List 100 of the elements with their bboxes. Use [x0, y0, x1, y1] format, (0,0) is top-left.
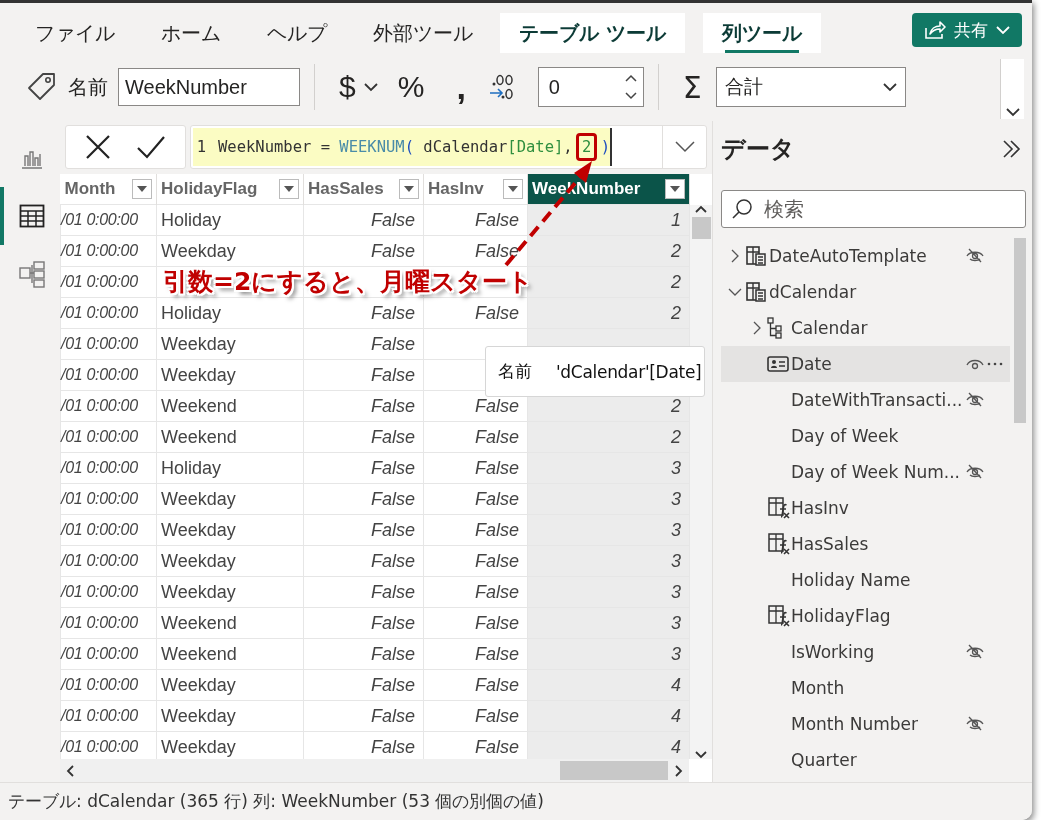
- hidden-eye-icon[interactable]: [965, 247, 985, 265]
- ribbon-tab[interactable]: ファイル: [16, 13, 134, 53]
- scroll-left-icon[interactable]: [66, 764, 74, 777]
- table-cell: Weekday: [156, 576, 304, 608]
- hidden-eye-icon[interactable]: [965, 463, 985, 481]
- table-cell: False: [423, 297, 528, 329]
- summarization-icon[interactable]: Σ: [682, 69, 702, 105]
- field-list-item[interactable]: Day of Week Num...: [721, 454, 1010, 490]
- table-cell: False: [303, 638, 424, 670]
- filter-dropdown-button[interactable]: [132, 179, 152, 199]
- share-button[interactable]: 共有: [912, 13, 1022, 47]
- status-bar: テーブル: dCalendar (365 行) 列: WeekNumber (53 個の別個の値): [0, 782, 1032, 820]
- table-cell: Holiday: [156, 204, 304, 236]
- commit-button[interactable]: [135, 135, 166, 159]
- filter-dropdown-button[interactable]: [665, 179, 685, 199]
- more-icon[interactable]: [987, 362, 1003, 366]
- table-cell: /01 0:00:00: [60, 328, 157, 360]
- field-list-item[interactable]: dCalendar: [721, 274, 1010, 310]
- field-list-item[interactable]: DateWithTransacti...: [721, 382, 1010, 418]
- ribbon-tab[interactable]: 列ツール: [702, 13, 821, 53]
- column-header[interactable]: HasSales: [303, 174, 424, 205]
- table-cell: False: [303, 700, 424, 732]
- table-cell: 4: [527, 700, 690, 732]
- column-header[interactable]: HasInv: [423, 174, 528, 205]
- chevron-down-icon[interactable]: [728, 287, 742, 297]
- table-cell: 3: [527, 576, 690, 608]
- table-cell: /01 0:00:00: [60, 297, 157, 329]
- chevron-right-icon[interactable]: [730, 249, 740, 263]
- scroll-down-icon[interactable]: [695, 751, 707, 759]
- id-card-icon: [767, 355, 789, 373]
- field-list-item[interactable]: DateAutoTemplate: [721, 238, 1010, 274]
- table-cell: 2: [527, 266, 690, 298]
- table-cell: /01 0:00:00: [60, 483, 157, 515]
- ribbon-tab[interactable]: ホーム: [142, 13, 240, 53]
- hierarchy-icon: [767, 317, 783, 339]
- field-list-item[interactable]: HasSales: [721, 526, 1010, 562]
- scroll-right-icon[interactable]: [675, 764, 683, 777]
- field-list-item[interactable]: Day of Week: [721, 418, 1010, 454]
- column-header[interactable]: WeekNumber: [527, 174, 690, 205]
- scroll-up-icon[interactable]: [695, 205, 707, 213]
- table-cell: False: [303, 483, 424, 515]
- field-list-item[interactable]: HolidayFlag: [721, 598, 1010, 634]
- chevron-down-icon: [674, 141, 695, 153]
- currency-format-button[interactable]: $: [329, 65, 388, 109]
- column-header[interactable]: HolidayFlag: [156, 174, 304, 205]
- scrollbar-thumb[interactable]: [691, 217, 711, 239]
- table-cell: /01 0:00:00: [60, 607, 157, 639]
- formula-token: dCalendar: [423, 138, 508, 156]
- table-cell: /01 0:00:00: [60, 669, 157, 701]
- field-list-item[interactable]: Calendar: [721, 310, 1010, 346]
- field-list-item[interactable]: Quarter: [721, 742, 1010, 778]
- table-cell: False: [423, 700, 528, 732]
- comma-style-button[interactable]: ,: [434, 65, 488, 109]
- table-cell: False: [423, 514, 528, 546]
- ribbon-tab[interactable]: ヘルプ: [248, 13, 346, 53]
- table-cell: 3: [527, 483, 690, 515]
- field-list-item[interactable]: Holiday Name: [721, 562, 1010, 598]
- hidden-eye-icon[interactable]: [965, 391, 985, 409]
- field-list-item[interactable]: Month Number: [721, 706, 1010, 742]
- spin-arrows-icon[interactable]: [624, 73, 637, 101]
- filter-dropdown-button[interactable]: [399, 179, 419, 199]
- collapse-pane-button[interactable]: [1002, 139, 1022, 159]
- field-list-item[interactable]: HasInv: [721, 490, 1010, 526]
- summarization-dropdown[interactable]: 合計: [715, 67, 906, 107]
- table-cell: 4: [527, 731, 690, 759]
- ribbon-tab[interactable]: テーブル ツール: [500, 13, 685, 53]
- percent-format-button[interactable]: %: [387, 65, 435, 109]
- table-cell: Weekend: [156, 638, 304, 670]
- table-cell: /01 0:00:00: [60, 514, 157, 546]
- hidden-eye-icon[interactable]: [965, 643, 985, 661]
- filter-dropdown-button[interactable]: [279, 179, 299, 199]
- formula-token: [Date]: [507, 138, 564, 156]
- table-cell: False: [303, 421, 424, 453]
- hidden-eye-icon[interactable]: [965, 715, 985, 733]
- table-cell: Holiday: [156, 297, 304, 329]
- formula-editor[interactable]: 1 WeekNumber = WEEKNUM( dCalendar[Date], 2 ): [192, 128, 612, 166]
- table-cell: Weekday: [156, 235, 304, 267]
- name-label: 名前: [68, 73, 108, 101]
- table-cell: False: [303, 204, 424, 236]
- table-cell: 2: [527, 297, 690, 329]
- table-cell: False: [303, 452, 424, 484]
- column-header[interactable]: Month: [60, 174, 157, 205]
- filter-dropdown-button[interactable]: [503, 179, 523, 199]
- field-list-item[interactable]: IsWorking: [721, 634, 1010, 670]
- chevron-right-icon[interactable]: [752, 321, 762, 335]
- expand-ribbon-button[interactable]: [1000, 59, 1024, 119]
- ribbon-tab[interactable]: 外部ツール: [354, 13, 492, 53]
- cancel-button[interactable]: [84, 134, 111, 160]
- chevron-down-icon: [996, 25, 1010, 35]
- table-cell: False: [303, 514, 424, 546]
- search-field[interactable]: 検索: [721, 190, 1026, 228]
- field-list-item[interactable]: Month: [721, 670, 1010, 706]
- field-list-item[interactable]: Date: [721, 346, 1010, 382]
- scrollbar-thumb[interactable]: [560, 761, 668, 780]
- name-field[interactable]: WeekNumber: [118, 68, 300, 106]
- formula-token: ): [599, 138, 610, 156]
- decimal-places-field[interactable]: 0: [537, 67, 644, 107]
- table-cell: /01 0:00:00: [60, 421, 157, 453]
- horizontal-scrollbar[interactable]: [60, 759, 689, 782]
- decrease-decimal-icon[interactable]: [487, 73, 516, 101]
